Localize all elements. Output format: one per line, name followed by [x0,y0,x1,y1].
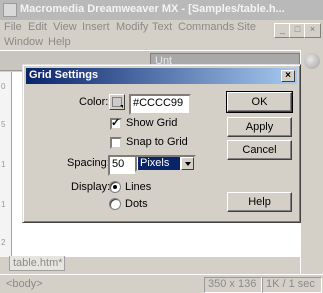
ruler-number: 1 [1,200,6,209]
menu-modify[interactable]: Modify [116,21,148,33]
display-label: Display: [71,181,111,193]
menubar-row-2: Window Help [0,35,323,50]
menu-text[interactable]: Text [152,21,172,33]
ruler-number: 0 [1,82,6,91]
download-stats-text: 1K / 1 sec [266,278,315,290]
show-grid-checkbox[interactable]: ✓ [110,117,122,130]
help-button[interactable]: Help [227,192,292,212]
close-icon[interactable]: × [281,70,295,82]
status-bar: <body> 350 x 136 1K / 1 sec [0,274,323,293]
checkmark-icon: ✓ [111,117,121,129]
show-grid-label[interactable]: Show Grid [126,117,177,129]
dropdown-button[interactable] [181,157,194,170]
app-title: Macromedia Dreamweaver MX - [Samples/tab… [20,3,285,15]
tag-selector[interactable]: <body> [6,278,43,290]
window-size-text: 350 x 136 [208,278,257,290]
display-lines-label[interactable]: Lines [125,181,151,193]
color-picker-button[interactable] [109,94,125,110]
ruler-number: 1 [1,160,6,169]
grid-settings-dialog: Grid Settings × Color: #CCCC99 ✓ Show Gr… [22,64,301,223]
chevron-down-icon [185,162,191,166]
app-titlebar: Macromedia Dreamweaver MX - [Samples/tab… [0,0,323,20]
spacing-label: Spacing: [67,157,110,169]
menu-insert[interactable]: Insert [82,21,110,33]
units-select[interactable]: Pixels [135,155,196,172]
dropdown-arrow-icon [120,105,123,108]
color-hex-input[interactable]: #CCCC99 [129,94,191,115]
ruler-number: 5 [1,120,6,129]
units-value: Pixels [138,157,180,170]
snap-to-grid-label[interactable]: Snap to Grid [126,136,188,148]
snap-to-grid-checkbox[interactable] [110,137,122,149]
spacing-input[interactable]: 50 [108,155,137,176]
display-lines-radio[interactable] [109,181,121,193]
color-hex-value: #CCCC99 [133,97,184,109]
display-dots-label[interactable]: Dots [125,198,148,210]
menu-file[interactable]: File [4,21,22,33]
download-stats-well: 1K / 1 sec [262,277,322,293]
dialog-title: Grid Settings [29,69,99,81]
menubar: File Edit View Insert Modify Text Comman… [0,20,323,38]
menu-site[interactable]: Site [237,21,256,33]
dialog-titlebar: Grid Settings × [26,68,297,84]
right-panel-strip [300,50,323,274]
radio-selected-dot [113,185,117,189]
menu-commands[interactable]: Commands [178,21,234,33]
panel-globe-icon[interactable] [304,53,320,69]
spacing-value: 50 [112,158,125,170]
menu-edit[interactable]: Edit [28,21,47,33]
vertical-ruler: 0 5 1 1 2 [0,72,12,257]
menu-view[interactable]: View [53,21,77,33]
cancel-button[interactable]: Cancel [227,140,292,160]
dreamweaver-app-icon [3,3,17,17]
window-size-well[interactable]: 350 x 136 [204,277,262,293]
menu-help[interactable]: Help [48,36,71,48]
ruler-number: 2 [1,238,6,247]
apply-button[interactable]: Apply [227,117,292,137]
color-label: Color: [79,96,109,108]
document-tab[interactable]: table.htm* [9,256,65,271]
document-tab-label: table.htm* [13,257,63,269]
display-dots-radio[interactable] [109,198,121,210]
menu-window[interactable]: Window [4,36,43,48]
ok-button[interactable]: OK [226,91,293,113]
